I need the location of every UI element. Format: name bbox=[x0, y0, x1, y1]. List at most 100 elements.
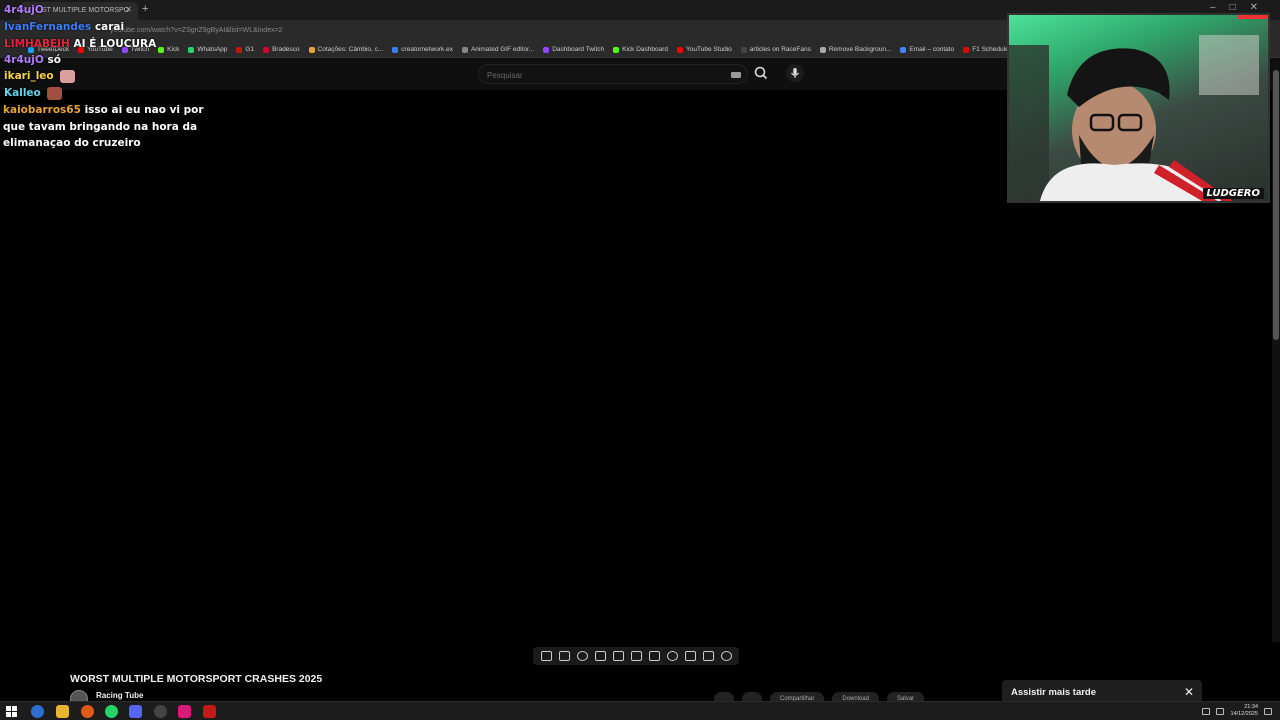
chat-message: kaiobarros65 isso ai eu nao vi por que t… bbox=[3, 102, 223, 152]
bookmark-item[interactable]: Kick Dashboard bbox=[613, 46, 668, 53]
bookmark-favicon-icon bbox=[158, 46, 165, 53]
chat-text: só bbox=[47, 54, 61, 66]
search-icon[interactable] bbox=[752, 64, 770, 82]
chat-username: 4r4ujO bbox=[4, 54, 44, 66]
chat-emote bbox=[47, 86, 63, 100]
scrollbar-thumb[interactable] bbox=[1273, 70, 1279, 340]
bookmark-label: Animated GIF editor... bbox=[470, 46, 535, 53]
bookmark-label: creatornetwork.ex bbox=[401, 46, 453, 53]
loop-icon[interactable] bbox=[540, 651, 552, 661]
chat-username: 4r4ujO bbox=[4, 4, 44, 16]
chat-message: IvanFernandes carai bbox=[4, 19, 124, 36]
new-tab-icon[interactable]: + bbox=[142, 3, 148, 15]
chat-text: carai bbox=[94, 21, 125, 33]
chat-text: AI É LOUCURA bbox=[73, 38, 157, 50]
expand-icon[interactable] bbox=[630, 651, 642, 661]
bookmark-favicon-icon bbox=[461, 46, 468, 53]
settings-gear-icon[interactable] bbox=[720, 651, 732, 661]
windows-start-icon[interactable] bbox=[5, 705, 18, 718]
bookmark-label: Kick Dashboard bbox=[622, 46, 669, 53]
bookmark-item[interactable]: Kick bbox=[158, 46, 179, 53]
tab-close-icon[interactable]: ✕ bbox=[125, 5, 132, 14]
chat-username: IvanFernandes bbox=[4, 21, 92, 33]
player-extension-toolbar bbox=[533, 647, 739, 665]
game-icon[interactable] bbox=[203, 705, 216, 718]
bookmark-item[interactable]: articles on RaceFans bbox=[740, 46, 811, 53]
bookmark-favicon-icon bbox=[677, 46, 684, 53]
bookmark-label: Dashboard Twitch bbox=[552, 46, 605, 53]
bookmark-item[interactable]: G1 bbox=[236, 46, 254, 53]
bookmark-favicon-icon bbox=[819, 46, 826, 53]
clock-date: 14/12/2025 bbox=[1230, 711, 1258, 717]
bookmark-item[interactable]: Cotações: Câmbio, c... bbox=[308, 46, 384, 53]
bookmark-label: Email – contato bbox=[909, 46, 955, 53]
bookmark-item[interactable]: YouTube Studio bbox=[677, 46, 732, 53]
clock[interactable]: 21:34 14/12/2025 bbox=[1230, 704, 1258, 718]
cinema-icon[interactable] bbox=[612, 651, 624, 661]
microphone-icon bbox=[791, 68, 799, 78]
webcam-overlay: LUDGERO bbox=[1007, 13, 1270, 203]
bookmark-item[interactable]: WhatsApp bbox=[188, 46, 227, 53]
queue-icon[interactable] bbox=[594, 651, 606, 661]
url-text[interactable]: youtube.com/watch?v=ZSgnZ9gByAI&list=WL&… bbox=[110, 27, 283, 34]
bookmark-favicon-icon bbox=[392, 46, 399, 53]
discord-icon[interactable] bbox=[129, 705, 142, 718]
bookmark-label: G1 bbox=[245, 46, 255, 53]
windows-taskbar: 21:34 14/12/2025 bbox=[0, 701, 1280, 720]
audio-icon[interactable] bbox=[576, 651, 588, 661]
volume-icon[interactable] bbox=[1216, 707, 1225, 715]
bookmark-favicon-icon bbox=[188, 46, 195, 53]
search-input[interactable] bbox=[479, 66, 709, 85]
whatsapp-icon[interactable] bbox=[105, 705, 118, 718]
streamer-logo: LUDGERO bbox=[1202, 188, 1264, 199]
bookmark-item[interactable]: creatornetwork.ex bbox=[392, 46, 453, 53]
app-icon[interactable] bbox=[81, 705, 94, 718]
page-scrollbar[interactable] bbox=[1272, 62, 1280, 642]
bookmark-item[interactable]: Remove Backgroun... bbox=[819, 46, 891, 53]
bookmark-label: Kick bbox=[167, 46, 180, 53]
bookmark-favicon-icon bbox=[308, 46, 315, 53]
bookmark-item[interactable]: Dashboard Twitch bbox=[543, 46, 604, 53]
bookmark-item[interactable]: Email – contato bbox=[900, 46, 954, 53]
pip-icon[interactable] bbox=[684, 651, 696, 661]
notifications-icon[interactable] bbox=[1264, 707, 1272, 715]
theater-icon[interactable] bbox=[648, 651, 660, 661]
bookmark-item[interactable]: Bradesco bbox=[263, 46, 300, 53]
bookmark-item[interactable]: Animated GIF editor... bbox=[461, 46, 535, 53]
bookmark-label: Bradesco bbox=[272, 46, 300, 53]
bookmark-favicon-icon bbox=[740, 46, 747, 53]
watch-later-label: Assistir mais tarde bbox=[1011, 687, 1097, 698]
chat-username: ikari_leo bbox=[4, 70, 54, 82]
speed-icon[interactable] bbox=[666, 651, 678, 661]
clock-time: 21:34 bbox=[1244, 704, 1258, 710]
window-controls[interactable]: –□✕ bbox=[1210, 2, 1272, 13]
bookmark-label: articles on RaceFans bbox=[749, 46, 811, 53]
video-title: WORST MULTIPLE MOTORSPORT CRASHES 2025 bbox=[70, 673, 323, 685]
network-icon[interactable] bbox=[1202, 707, 1211, 715]
chrome-icon[interactable] bbox=[31, 705, 44, 718]
chat-message: LIMHABEIH AI É LOUCURA bbox=[4, 36, 156, 53]
app-icon-pink[interactable] bbox=[178, 705, 191, 718]
chat-message: Kalleo bbox=[4, 85, 63, 102]
obs-icon[interactable] bbox=[154, 705, 167, 718]
bookmark-label: WhatsApp bbox=[197, 46, 228, 53]
bookmark-favicon-icon bbox=[236, 46, 243, 53]
chat-username: kaiobarros65 bbox=[3, 104, 81, 116]
close-icon[interactable]: ✕ bbox=[1184, 685, 1194, 699]
sort-icon[interactable] bbox=[558, 651, 570, 661]
channel-name[interactable]: Racing Tube bbox=[96, 691, 143, 700]
chat-username: LIMHABEIH bbox=[4, 38, 70, 50]
search-box[interactable] bbox=[478, 64, 748, 85]
microphone-button[interactable] bbox=[786, 64, 804, 82]
file-explorer-icon[interactable] bbox=[56, 705, 69, 718]
bookmark-label: Cotações: Câmbio, c... bbox=[317, 46, 384, 53]
screenshot-icon[interactable] bbox=[702, 651, 714, 661]
chat-message: 4r4ujO bbox=[4, 2, 44, 19]
bookmark-favicon-icon bbox=[900, 46, 907, 53]
tab-title: ST MULTIPLE MOTORSPO bbox=[42, 7, 130, 14]
bookmark-favicon-icon bbox=[613, 46, 620, 53]
keyboard-icon[interactable] bbox=[731, 72, 741, 78]
streamer-silhouette bbox=[1009, 35, 1259, 201]
bookmark-favicon-icon bbox=[543, 46, 550, 53]
chat-emote bbox=[60, 69, 76, 83]
